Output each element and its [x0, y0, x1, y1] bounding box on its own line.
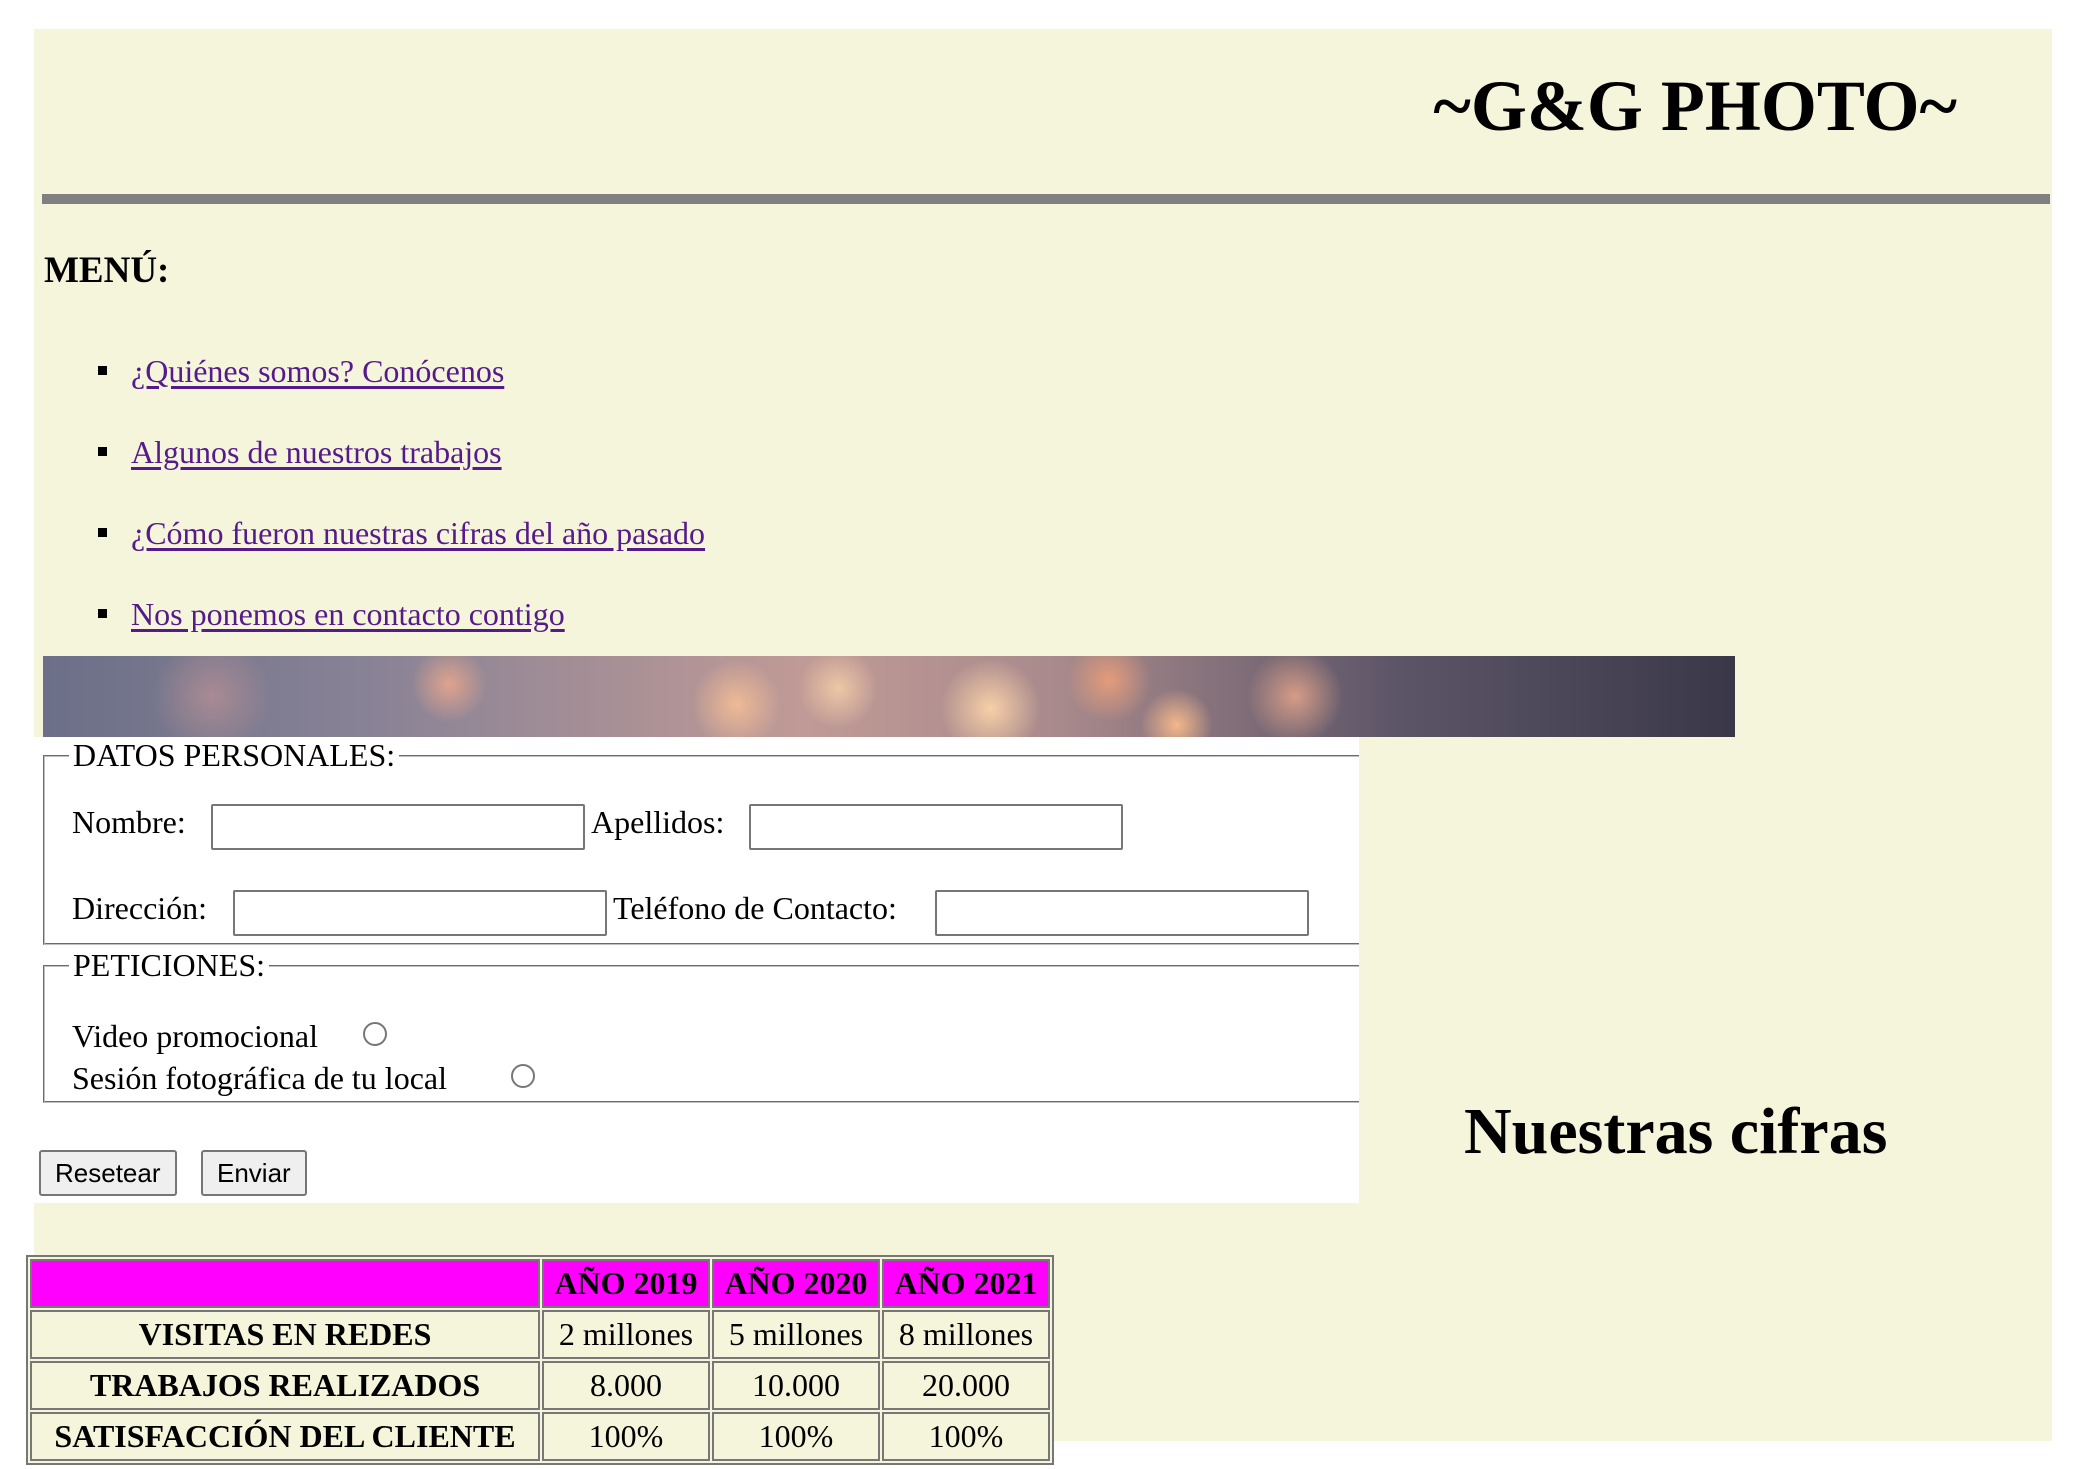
apellidos-input[interactable] [749, 804, 1123, 850]
direccion-label: Dirección: [72, 890, 208, 926]
radio-sesion-fotografica[interactable] [511, 1064, 535, 1088]
figures-heading: Nuestras cifras [1464, 1095, 1888, 1168]
bullet-square-icon [98, 447, 107, 456]
table-header-cell [30, 1259, 540, 1308]
table-cell: 100% [882, 1412, 1050, 1461]
option-label-video: Video promocional [72, 1018, 319, 1054]
table-cell: 100% [712, 1412, 880, 1461]
menu-link-about[interactable]: ¿Quiénes somos? Conócenos [131, 353, 504, 389]
telefono-input[interactable] [935, 890, 1309, 936]
table-row: VISITAS EN REDES 2 millones 5 millones 8… [30, 1310, 1050, 1359]
table-cell: 8.000 [542, 1361, 710, 1410]
contact-form: DATOS PERSONALES: Nombre: Apellidos: Dir… [34, 737, 1359, 1203]
page-container: ~G&G PHOTO~ MENÚ: ¿Quiénes somos? Conóce… [26, 29, 2052, 1465]
apellidos-label: Apellidos: [591, 804, 725, 840]
menu-link-contact[interactable]: Nos ponemos en contacto contigo [131, 596, 565, 632]
table-cell: 20.000 [882, 1361, 1050, 1410]
site-title: ~G&G PHOTO~ [1433, 66, 1957, 146]
table-cell: 5 millones [712, 1310, 880, 1359]
option-label-sesion: Sesión fotográfica de tu local [72, 1060, 447, 1096]
reset-button[interactable]: Resetear [39, 1150, 177, 1196]
submit-button[interactable]: Enviar [201, 1150, 307, 1196]
table-header-cell: AÑO 2019 [542, 1259, 710, 1308]
radio-video-promocional[interactable] [363, 1022, 387, 1046]
nombre-input[interactable] [211, 804, 585, 850]
table-header-cell: AÑO 2020 [712, 1259, 880, 1308]
table-cell: 2 millones [542, 1310, 710, 1359]
bullet-square-icon [98, 609, 107, 618]
menu-link-figures[interactable]: ¿Cómo fueron nuestras cifras del año pas… [131, 515, 705, 551]
telefono-label: Teléfono de Contacto: [613, 890, 897, 926]
personal-data-fieldset: DATOS PERSONALES: Nombre: Apellidos: Dir… [43, 737, 1359, 945]
menu-link-works[interactable]: Algunos de nuestros trabajos [131, 434, 502, 470]
table-header-row: AÑO 2019 AÑO 2020 AÑO 2021 [30, 1259, 1050, 1308]
title-divider [42, 194, 2050, 204]
bullet-square-icon [98, 528, 107, 537]
table-row: TRABAJOS REALIZADOS 8.000 10.000 20.000 [30, 1361, 1050, 1410]
menu-item: ¿Cómo fueron nuestras cifras del año pas… [34, 513, 705, 594]
direccion-input[interactable] [233, 890, 607, 936]
requests-legend: PETICIONES: [73, 947, 265, 983]
bullet-square-icon [98, 366, 107, 375]
row-label: SATISFACCIÓN DEL CLIENTE [30, 1412, 540, 1461]
requests-fieldset: PETICIONES: Video promocional Sesión fot… [43, 947, 1359, 1103]
row-label: TRABAJOS REALIZADOS [30, 1361, 540, 1410]
table-header-cell: AÑO 2021 [882, 1259, 1050, 1308]
menu-list: ¿Quiénes somos? Conócenos Algunos de nue… [34, 351, 705, 675]
row-label: VISITAS EN REDES [30, 1310, 540, 1359]
bokeh-banner-image [43, 656, 1735, 737]
table-row: SATISFACCIÓN DEL CLIENTE 100% 100% 100% [30, 1412, 1050, 1461]
nombre-label: Nombre: [72, 804, 186, 840]
table-cell: 10.000 [712, 1361, 880, 1410]
personal-data-legend: DATOS PERSONALES: [73, 737, 396, 773]
table-cell: 100% [542, 1412, 710, 1461]
menu-heading: MENÚ: [44, 250, 170, 291]
menu-item: Algunos de nuestros trabajos [34, 432, 705, 513]
figures-table: AÑO 2019 AÑO 2020 AÑO 2021 VISITAS EN RE… [26, 1255, 1054, 1465]
table-cell: 8 millones [882, 1310, 1050, 1359]
menu-item: ¿Quiénes somos? Conócenos [34, 351, 705, 432]
